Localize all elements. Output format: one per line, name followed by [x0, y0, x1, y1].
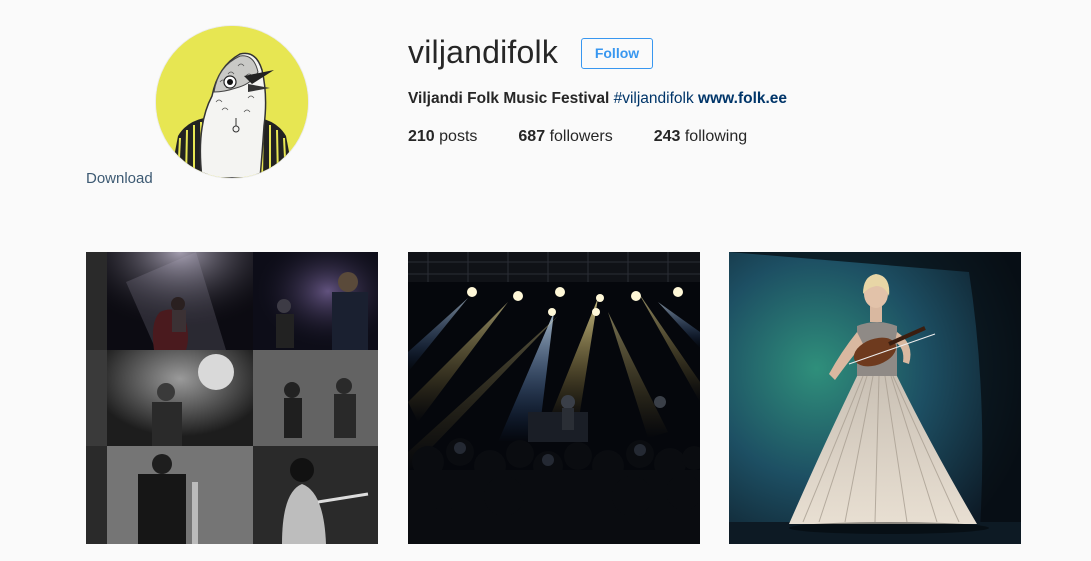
profile-avatar[interactable] — [156, 26, 308, 178]
post-thumbnail[interactable] — [86, 252, 378, 544]
profile-full-name: Viljandi Folk Music Festival — [408, 90, 610, 107]
concert-crowd-photo — [408, 252, 700, 544]
followers-count-number: 687 — [518, 128, 546, 145]
following-count[interactable]: 243 following — [654, 127, 747, 147]
concert-collage-photo — [86, 252, 378, 544]
followers-count[interactable]: 687 followers — [518, 127, 612, 147]
following-count-number: 243 — [653, 128, 681, 145]
profile-stats: 210 posts 687 followers 243 following — [408, 127, 747, 147]
bio-hashtag-link[interactable]: #viljandifolk — [614, 90, 694, 107]
followers-count-label: followers — [549, 128, 613, 145]
post-thumbnail[interactable] — [729, 252, 1021, 544]
download-link[interactable]: Download — [86, 170, 153, 187]
bird-illustration-avatar — [156, 26, 308, 178]
following-count-label: following — [684, 128, 748, 145]
posts-count-number: 210 — [408, 128, 435, 145]
profile-username: viljandifolk — [408, 34, 559, 70]
violinist-on-stage-photo — [729, 252, 1021, 544]
post-thumbnail[interactable] — [408, 252, 700, 544]
follow-button[interactable]: Follow — [581, 38, 653, 69]
posts-count: 210 posts — [408, 127, 477, 147]
profile-website-link[interactable]: www.folk.ee — [698, 90, 787, 107]
profile-bio: Viljandi Folk Music Festival #viljandifo… — [408, 89, 787, 109]
posts-count-label: posts — [439, 128, 478, 145]
